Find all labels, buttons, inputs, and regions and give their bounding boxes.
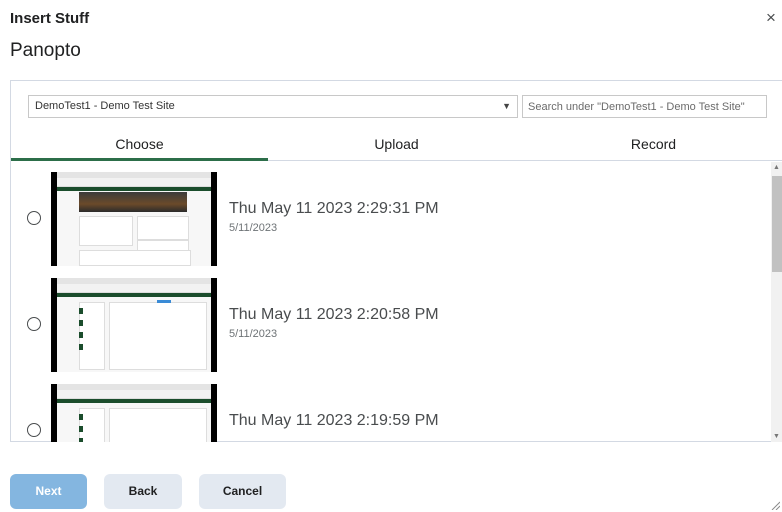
tab-upload[interactable]: Upload xyxy=(268,127,525,160)
item-title: Thu May 11 2023 2:29:31 PM xyxy=(229,200,439,217)
dialog-subtitle: Panopto xyxy=(10,40,81,61)
next-button[interactable]: Next xyxy=(10,474,87,509)
item-date: 5/11/2023 xyxy=(229,328,278,340)
site-select[interactable]: DemoTest1 - Demo Test Site ▼ xyxy=(28,95,518,118)
scroll-down-icon[interactable]: ▼ xyxy=(773,433,780,440)
video-thumbnail[interactable] xyxy=(51,278,217,372)
tab-bar: Choose Upload Record xyxy=(11,127,782,161)
list-item[interactable]: Thu May 11 2023 2:29:31 PM 5/11/2023 xyxy=(11,172,766,278)
search-input[interactable] xyxy=(522,95,767,118)
list-item[interactable]: Thu May 11 2023 2:20:58 PM 5/11/2023 xyxy=(11,278,766,384)
video-thumbnail[interactable] xyxy=(51,172,217,266)
session-list: Thu May 11 2023 2:29:31 PM 5/11/2023 Thu… xyxy=(11,162,782,442)
select-radio[interactable] xyxy=(27,211,41,225)
panopto-panel: DemoTest1 - Demo Test Site ▼ Choose Uplo… xyxy=(10,80,782,442)
site-select-value: DemoTest1 - Demo Test Site xyxy=(35,100,175,112)
item-date: 5/11/2023 xyxy=(229,222,278,234)
scroll-up-icon[interactable]: ▲ xyxy=(773,164,780,171)
scrollbar-thumb[interactable] xyxy=(772,176,782,272)
list-item[interactable]: Thu May 11 2023 2:19:59 PM xyxy=(11,384,766,442)
item-title: Thu May 11 2023 2:19:59 PM xyxy=(229,412,439,429)
dialog-title: Insert Stuff xyxy=(10,10,90,27)
tab-choose[interactable]: Choose xyxy=(11,127,268,161)
select-radio[interactable] xyxy=(27,423,41,437)
list-scrollbar[interactable]: ▲ ▼ xyxy=(771,162,782,442)
select-radio[interactable] xyxy=(27,317,41,331)
item-title: Thu May 11 2023 2:20:58 PM xyxy=(229,306,439,323)
tab-record[interactable]: Record xyxy=(525,127,782,160)
close-icon[interactable]: × xyxy=(766,9,776,27)
chevron-down-icon: ▼ xyxy=(502,101,511,111)
video-thumbnail[interactable] xyxy=(51,384,217,442)
cancel-button[interactable]: Cancel xyxy=(199,474,286,509)
back-button[interactable]: Back xyxy=(104,474,182,509)
resize-handle-icon[interactable] xyxy=(770,500,780,510)
